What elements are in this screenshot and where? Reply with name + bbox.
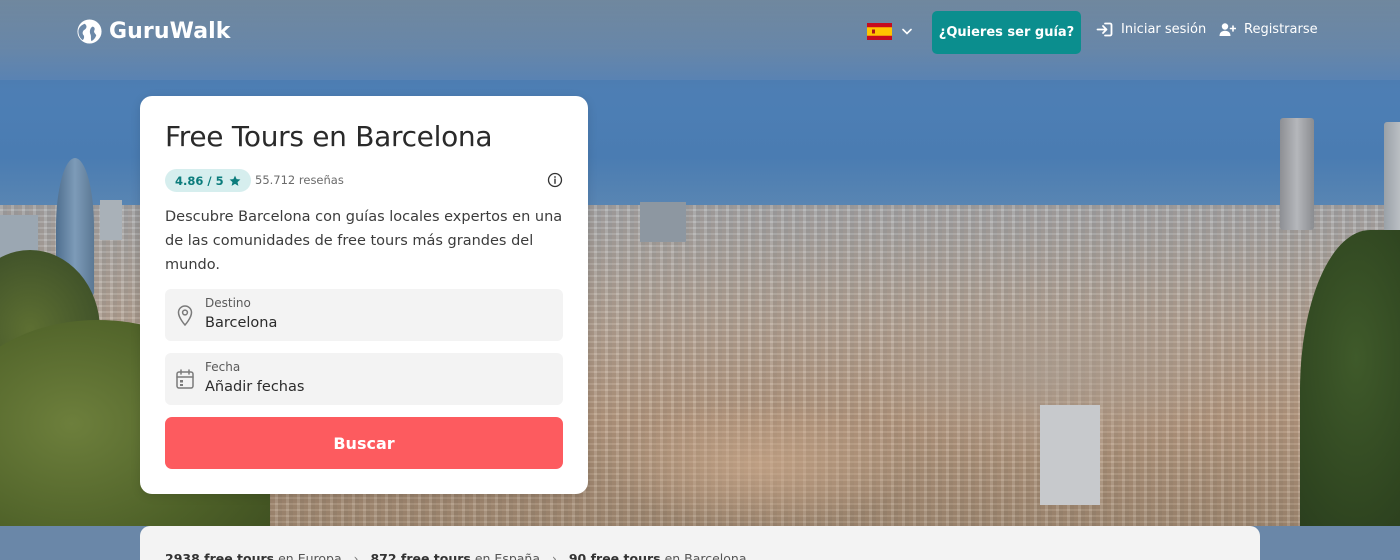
breadcrumb-place: en Europa xyxy=(278,551,342,560)
location-pin-icon xyxy=(177,305,193,326)
breadcrumb-count: 90 free tours xyxy=(568,551,661,560)
login-label: Iniciar sesión xyxy=(1121,22,1207,37)
destination-label: Destino xyxy=(205,296,251,310)
breadcrumb-count: 872 free tours xyxy=(370,551,471,560)
date-value: Añadir fechas xyxy=(205,379,305,395)
reviews-count[interactable]: 55.712 reseñas xyxy=(255,173,344,187)
destination-value: Barcelona xyxy=(205,315,278,331)
rating-value: 4.86 / 5 xyxy=(175,173,224,188)
site-header: GuruWalk ¿Quieres ser guía? Iniciar sesi… xyxy=(0,0,1400,64)
es-flag-icon xyxy=(867,23,892,40)
rating-badge[interactable]: 4.86 / 5 xyxy=(165,169,251,192)
login-icon xyxy=(1096,22,1113,37)
search-card: Free Tours en Barcelona 4.86 / 5 55.712 … xyxy=(140,96,588,494)
breadcrumb-spain[interactable]: 872 free tours en España xyxy=(370,551,540,560)
breadcrumb-count: 2938 free tours xyxy=(165,551,275,560)
search-button[interactable]: Buscar xyxy=(165,417,563,469)
login-link[interactable]: Iniciar sesión xyxy=(1096,22,1206,37)
breadcrumb-bar: 2938 free tours en Europa › 872 free tou… xyxy=(140,526,1260,560)
star-icon xyxy=(229,175,240,186)
register-link[interactable]: Registrarse xyxy=(1219,22,1318,37)
page-title: Free Tours en Barcelona xyxy=(165,120,493,153)
calendar-icon xyxy=(176,369,194,389)
breadcrumb-barcelona[interactable]: 90 free tours en Barcelona xyxy=(569,551,747,560)
rating-row: 4.86 / 5 55.712 reseñas xyxy=(165,169,563,193)
chevron-right-icon: › xyxy=(552,551,557,560)
breadcrumb-place: en España xyxy=(474,551,541,560)
info-icon[interactable] xyxy=(547,172,563,188)
become-guide-button[interactable]: ¿Quieres ser guía? xyxy=(932,11,1081,54)
breadcrumb-place: en Barcelona xyxy=(664,551,747,560)
register-label: Registrarse xyxy=(1244,22,1318,37)
breadcrumb-europe[interactable]: 2938 free tours en Europa xyxy=(165,551,342,560)
date-field[interactable]: Fecha Añadir fechas xyxy=(165,353,563,405)
description: Descubre Barcelona con guías locales exp… xyxy=(165,209,563,273)
destination-field[interactable]: Destino Barcelona xyxy=(165,289,563,341)
user-plus-icon xyxy=(1219,23,1236,36)
brand-logo[interactable]: GuruWalk xyxy=(76,18,231,45)
chevron-down-icon xyxy=(902,28,912,35)
brand-name: GuruWalk xyxy=(109,19,231,44)
breadcrumb: 2938 free tours en Europa › 872 free tou… xyxy=(165,551,747,560)
date-label: Fecha xyxy=(205,360,241,374)
language-selector[interactable] xyxy=(867,23,912,40)
chevron-right-icon: › xyxy=(353,551,359,560)
globe-icon xyxy=(77,19,102,44)
